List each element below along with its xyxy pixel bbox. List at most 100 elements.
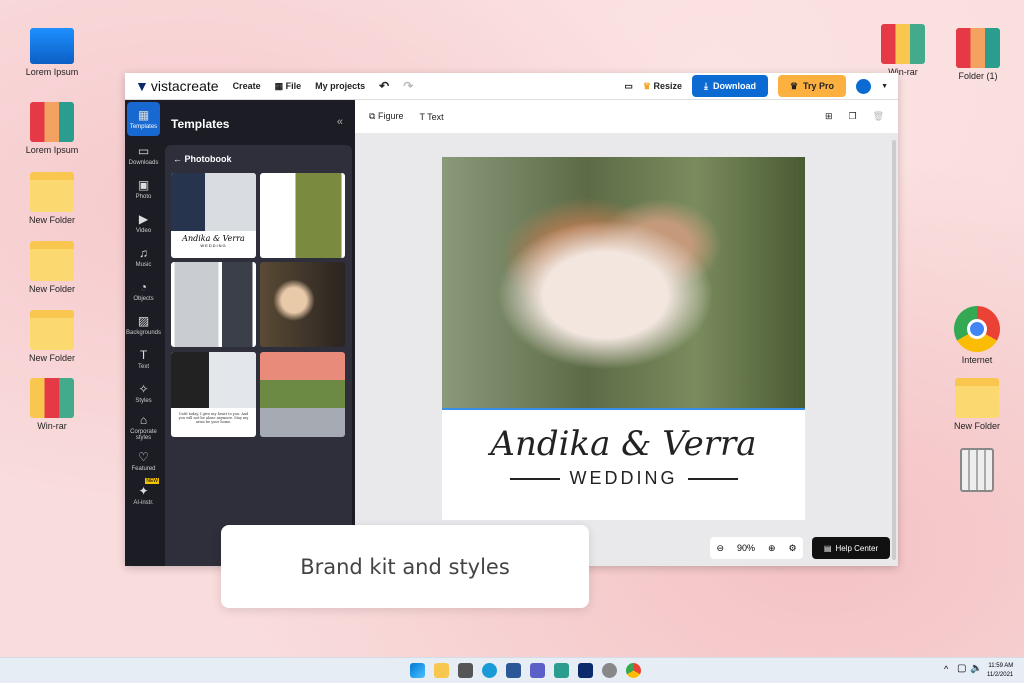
template-thumb[interactable] [260,262,345,347]
sidebar-item-photo[interactable]: ▣ Photo [125,172,162,206]
figure-button[interactable]: ⧉ Figure [369,111,403,122]
camera-icon[interactable] [458,663,473,678]
sidebar-item-music[interactable]: ♫ Music [125,240,162,274]
sparkle-icon: ✦ [138,484,149,498]
desktop-icon[interactable]: New Folder [17,310,87,363]
download-button[interactable]: ⤓ Download [691,75,768,97]
logo[interactable]: ▼ vistacreate [135,78,219,94]
folder-icon [30,172,74,212]
download-icon: ⤓ [703,80,708,91]
thumb-names: Andika & Verra [182,234,245,243]
chevron-down-icon[interactable]: ▼ [881,83,888,90]
desktop-icon[interactable]: Win-rar [17,378,87,431]
menu-my-projects[interactable]: My projects [315,81,365,91]
chrome-icon[interactable] [626,663,641,678]
add-page-icon[interactable]: ⊞ [825,111,833,122]
desktop-icon[interactable]: Folder (1) [943,28,1013,81]
label: Styles [135,398,152,404]
redo-icon[interactable]: ↷ [403,79,413,93]
try-pro-label: Try Pro [803,81,835,91]
top-bar: ▼ vistacreate Create ▦ File My projects ↶… [125,73,898,100]
desktop-icon[interactable]: Lorem Ipsum [17,28,87,77]
duplicate-icon[interactable]: ❐ [848,111,856,122]
sidebar-item-objects[interactable]: ◔ Objects [125,274,162,308]
feature-callout: Brand kit and styles [221,525,589,608]
avatar[interactable] [856,78,872,94]
template-thumb[interactable] [171,262,256,347]
figure-label: Figure [377,111,404,121]
sidebar-item-ai[interactable]: NEW ✦ AI-instr. [125,478,162,512]
trash-icon[interactable]: 🗑 [873,111,884,122]
icon-label: Folder (1) [958,71,998,81]
zoom-controls: ⊖ 90% ⊕ ⚙ [710,537,803,559]
recycle-bin-icon[interactable] [942,448,1012,495]
settings-icon[interactable] [602,663,617,678]
zoom-out-icon[interactable]: ⊖ [716,543,724,554]
desktop-icon[interactable]: New Folder [17,172,87,225]
sidebar-item-templates[interactable]: ▦ Templates [127,102,160,136]
volume-icon[interactable]: 🔈 [970,663,982,674]
template-thumb[interactable] [260,173,345,258]
teams-icon[interactable] [530,663,545,678]
tray-chevron-icon[interactable]: ^ [944,664,948,674]
icon-label: New Folder [28,215,75,225]
edge-icon[interactable] [482,663,497,678]
settings-icon[interactable]: ⚙ [788,543,796,554]
store-icon[interactable] [506,663,521,678]
wedding-photo[interactable] [442,157,805,410]
sparkle-icon: ✧ [138,382,149,396]
menu-file[interactable]: ▦ File [275,81,302,92]
label: Photo [135,194,152,200]
folder-icon: ▭ [137,144,150,158]
template-thumb[interactable] [260,352,345,437]
sidebar-item-downloads[interactable]: ▭ Downloads [125,138,162,172]
sidebar-item-video[interactable]: ▶ Video [125,206,162,240]
icon-label: Lorem Ipsum [25,145,79,155]
vistacreate-icon[interactable] [578,663,593,678]
start-icon[interactable] [410,663,425,678]
resize-button[interactable]: ♛ Resize [643,81,682,92]
text-button[interactable]: T Text [419,112,443,122]
try-pro-button[interactable]: ♛ Try Pro [777,75,847,97]
back-button[interactable]: ← Photobook [173,154,232,164]
label: Objects [133,296,154,302]
design-subtitle[interactable]: WEDDING [442,468,805,489]
sidebar-rail: ▦ Templates ▭ Downloads ▣ Photo ▶ Video ♫ Mus… [125,100,162,566]
present-icon[interactable]: ▭ [624,81,633,92]
clock[interactable]: 11:59 AM 11/2/2021 [987,662,1013,680]
desktop-icon[interactable]: New Folder [942,378,1012,431]
sidebar-item-corporate-styles[interactable]: ⌂ Corporate styles [125,410,162,444]
templates-panel: Templates « ← Photobook Andika & Verra WE… [162,100,355,566]
sidebar-item-featured[interactable]: ♡ Featured [125,444,162,478]
subtitle-text: WEDDING [569,468,678,488]
download-label: Download [712,81,756,91]
template-thumb[interactable]: Andika & Verra WEDDING [171,173,256,258]
photo-icon: ▣ [137,178,150,192]
back-label: Photobook [184,154,232,164]
sidebar-item-backgrounds[interactable]: ▨ Backgrounds [125,308,162,342]
desktop-icon[interactable]: Lorem Ipsum [17,102,87,155]
desktop-icon[interactable]: Win-rar [868,24,938,77]
app-icon[interactable] [554,663,569,678]
sidebar-item-styles[interactable]: ✧ Styles [125,376,162,410]
help-label: Help Center [835,543,879,553]
menu-create[interactable]: Create [233,81,261,91]
collapse-icon[interactable]: « [337,116,343,128]
app-window: ▼ vistacreate Create ▦ File My projects ↶… [125,73,898,566]
help-center-button[interactable]: ▤ Help Center [812,537,890,559]
computer-icon [30,28,74,64]
desktop-icon[interactable]: Internet [942,306,1012,365]
sidebar-item-text[interactable]: T Text [125,342,162,376]
zoom-in-icon[interactable]: ⊕ [768,543,776,554]
template-thumb[interactable]: Until today, I give my heart to you. And… [171,352,256,437]
file-explorer-icon[interactable] [434,663,449,678]
icon-label: Internet [961,355,993,365]
desktop-icon[interactable]: New Folder [17,241,87,294]
design-card[interactable]: Andika & Verra WEDDING [442,157,805,520]
design-names[interactable]: Andika & Verra [442,424,805,464]
network-icon[interactable]: ▢ [957,663,966,674]
undo-icon[interactable]: ↶ [379,79,389,93]
label: Video [135,228,152,234]
folder-icon [955,378,999,418]
scrollbar[interactable] [892,140,896,560]
